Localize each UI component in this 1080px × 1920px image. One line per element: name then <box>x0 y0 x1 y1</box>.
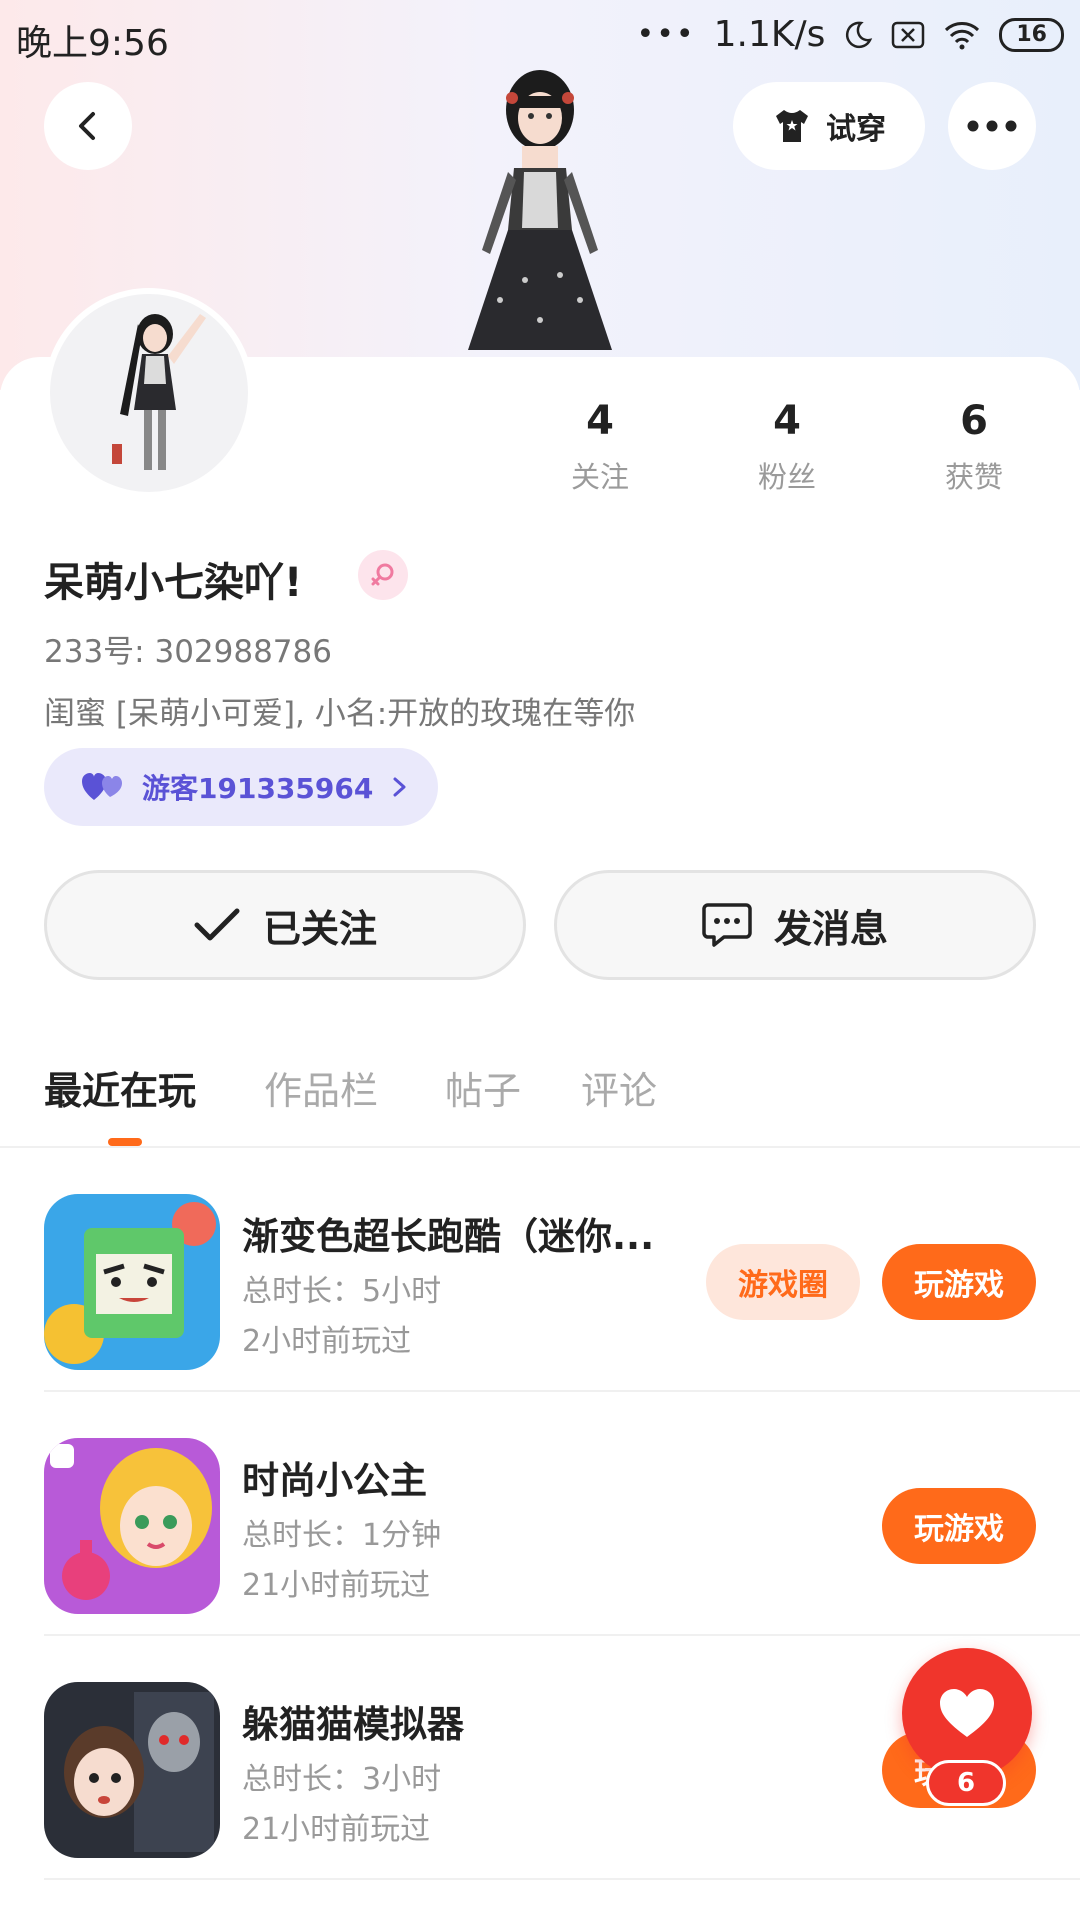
back-button[interactable] <box>44 82 132 170</box>
chevron-left-icon <box>79 112 95 140</box>
followed-label: 已关注 <box>262 906 377 951</box>
like-count-badge: 6 <box>926 1760 1006 1806</box>
avatar-character-illustration <box>468 70 612 350</box>
profile-bio: 闺蜜 [呆萌小可爱], 小名:开放的玫瑰在等你 <box>44 696 636 732</box>
heart-icon <box>940 1689 994 1737</box>
like-fab-button[interactable] <box>902 1648 1032 1778</box>
game-icon-fashion-princess <box>44 1438 220 1614</box>
more-horizontal-icon <box>967 120 1017 132</box>
tab-posts[interactable]: 帖子 <box>445 1060 521 1115</box>
row-divider <box>44 1878 1080 1880</box>
tab-works[interactable]: 作品栏 <box>264 1060 378 1115</box>
relation-tag-button[interactable]: 游客191335964 <box>44 748 438 826</box>
send-message-label: 发消息 <box>773 906 888 951</box>
network-speed: 1.1K/s <box>713 14 826 55</box>
profile-name: 呆萌小七染吖! <box>44 560 303 606</box>
stat-followers-value: 4 <box>773 398 801 444</box>
chat-bubble-icon <box>702 903 752 947</box>
active-tab-indicator <box>108 1138 142 1146</box>
game-title: 渐变色超长跑酷（迷你... <box>242 1215 655 1258</box>
female-gender-badge <box>358 550 408 600</box>
game-title: 时尚小公主 <box>242 1459 427 1502</box>
profile-uid: 233号: 302988786 <box>44 634 332 670</box>
status-time: 晚上9:56 <box>16 23 169 64</box>
game-duration: 总时长：3小时 <box>242 1762 442 1797</box>
female-icon <box>371 563 394 586</box>
wifi-icon <box>945 21 980 49</box>
stat-following-label: 关注 <box>570 460 629 494</box>
try-on-button[interactable]: 试穿 <box>733 82 925 170</box>
stat-following-value: 4 <box>586 398 614 444</box>
avatar-figure <box>112 314 206 470</box>
game-circle-button[interactable]: 游戏圈 <box>706 1244 860 1320</box>
game-last-played: 21小时前玩过 <box>242 1812 431 1847</box>
game-row[interactable]: 渐变色超长跑酷（迷你... 总时长：5小时 2小时前玩过 游戏圈 玩游戏 <box>44 1148 1080 1392</box>
chevron-right-icon <box>393 777 406 797</box>
game-duration: 总时长：1分钟 <box>242 1518 442 1553</box>
more-dots-icon: ••• <box>636 17 696 52</box>
battery-indicator: 16 <box>999 17 1064 52</box>
shirt-icon <box>776 110 808 142</box>
game-row[interactable]: 时尚小公主 总时长：1分钟 21小时前玩过 玩游戏 <box>44 1392 1080 1636</box>
try-on-label: 试穿 <box>826 112 886 147</box>
game-title: 躲猫猫模拟器 <box>242 1703 464 1746</box>
sim-blocked-icon <box>892 21 925 48</box>
stat-following[interactable]: 4 关注 <box>545 398 655 496</box>
checkmark-icon <box>194 908 240 941</box>
stat-followers[interactable]: 4 粉丝 <box>732 398 842 496</box>
tab-comments[interactable]: 评论 <box>581 1060 657 1115</box>
followed-button[interactable]: 已关注 <box>44 870 526 980</box>
game-duration: 总时长：5小时 <box>242 1274 442 1309</box>
stat-followers-label: 粉丝 <box>757 460 816 494</box>
stat-likes-label: 获赞 <box>944 460 1003 494</box>
profile-tabs: 最近在玩 作品栏 帖子 评论 <box>0 1060 1080 1148</box>
stat-likes-value: 6 <box>960 398 988 444</box>
game-icon-hide-and-seek <box>44 1682 220 1858</box>
relation-tag-label: 游客191335964 <box>142 772 374 805</box>
tab-recently-played[interactable]: 最近在玩 <box>44 1060 196 1115</box>
more-options-button[interactable] <box>948 82 1036 170</box>
play-game-button[interactable]: 玩游戏 <box>882 1488 1036 1564</box>
play-game-button[interactable]: 玩游戏 <box>882 1244 1036 1320</box>
double-heart-icon <box>82 773 122 800</box>
game-last-played: 21小时前玩过 <box>242 1568 431 1603</box>
avatar[interactable] <box>44 288 254 498</box>
game-icon-parkour <box>44 1194 220 1370</box>
moon-icon <box>846 21 873 48</box>
stat-likes[interactable]: 6 获赞 <box>919 398 1029 496</box>
game-last-played: 2小时前玩过 <box>242 1324 412 1359</box>
send-message-button[interactable]: 发消息 <box>554 870 1036 980</box>
